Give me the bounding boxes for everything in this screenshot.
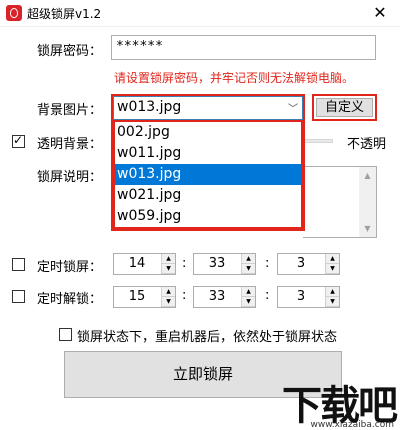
timed-unlock-second-stepper[interactable]: 3 ▲ ▼ [277, 286, 340, 308]
scroll-down-icon[interactable]: ▼ [359, 220, 376, 237]
decrement-icon[interactable]: ▼ [326, 264, 339, 274]
timed-lock-hour-stepper[interactable]: 14 ▲ ▼ [113, 253, 176, 275]
timed-unlock-checkbox[interactable] [12, 290, 25, 303]
persist-lock-label: 锁屏状态下，重启机器后，依然处于锁屏状态 [77, 330, 338, 345]
password-field[interactable]: ****** [111, 35, 376, 60]
decrement-icon[interactable]: ▼ [326, 297, 339, 307]
increment-icon[interactable]: ▲ [242, 287, 255, 297]
transparency-slider[interactable] [303, 139, 333, 143]
window-title: 超级锁屏v1.2 [27, 7, 102, 21]
background-select[interactable]: w013.jpg ﹀ [113, 96, 303, 120]
timed-unlock-hour-stepper[interactable]: 15 ▲ ▼ [113, 286, 176, 308]
timed-lock-label: 定时锁屏： [37, 260, 103, 275]
background-selected-value: w013.jpg [117, 99, 182, 115]
time-separator: : [182, 288, 187, 303]
time-separator: : [265, 288, 270, 303]
increment-icon[interactable]: ▲ [162, 254, 175, 264]
decrement-icon[interactable]: ▼ [162, 297, 175, 307]
timed-lock-second: 3 [296, 256, 306, 271]
chevron-down-icon[interactable]: ﹀ [288, 100, 298, 115]
timed-lock-hour: 14 [128, 256, 146, 271]
watermark-url: www.xiazaiba.com [310, 420, 394, 430]
timed-unlock-minute-stepper[interactable]: 33 ▲ ▼ [193, 286, 256, 308]
dropdown-option-selected[interactable]: w013.jpg [115, 164, 301, 185]
timed-unlock-second: 3 [296, 289, 306, 304]
increment-icon[interactable]: ▲ [326, 287, 339, 297]
scroll-up-icon[interactable]: ▲ [359, 167, 376, 184]
timed-lock-minute: 33 [208, 256, 226, 271]
description-textarea[interactable]: ▲ ▼ [303, 166, 377, 238]
time-separator: : [265, 256, 270, 271]
app-lock-icon [6, 5, 22, 21]
watermark-logo: 下载吧 www.xiazaiba.com [262, 373, 400, 430]
transparent-label: 透明背景： [37, 137, 103, 152]
timed-unlock-label: 定时解锁： [37, 292, 103, 307]
transparent-checkbox[interactable] [12, 133, 25, 148]
custom-background-label: 自定义 [316, 98, 373, 117]
decrement-icon[interactable]: ▼ [242, 297, 255, 307]
description-scrollbar[interactable]: ▲ ▼ [359, 167, 376, 237]
opaque-label: 不透明 [347, 137, 387, 152]
background-label: 背景图片： [37, 103, 103, 118]
dropdown-option[interactable]: w059.jpg [115, 206, 301, 227]
increment-icon[interactable]: ▲ [162, 287, 175, 297]
timed-lock-checkbox[interactable] [12, 258, 25, 271]
increment-icon[interactable]: ▲ [242, 254, 255, 264]
increment-icon[interactable]: ▲ [326, 254, 339, 264]
dropdown-option[interactable]: w011.jpg [115, 143, 301, 164]
close-button[interactable]: ✕ [360, 0, 400, 27]
title-bar: 超级锁屏v1.2 ✕ [0, 0, 400, 27]
decrement-icon[interactable]: ▼ [162, 264, 175, 274]
dropdown-option[interactable]: w021.jpg [115, 185, 301, 206]
custom-background-button[interactable]: 自定义 [312, 94, 377, 121]
password-label: 锁屏密码： [37, 44, 103, 59]
timed-lock-second-stepper[interactable]: 3 ▲ ▼ [277, 253, 340, 275]
description-label: 锁屏说明： [37, 170, 103, 185]
timed-lock-minute-stepper[interactable]: 33 ▲ ▼ [193, 253, 256, 275]
decrement-icon[interactable]: ▼ [242, 264, 255, 274]
timed-unlock-hour: 15 [128, 289, 146, 304]
dropdown-option[interactable]: 002.jpg [115, 122, 301, 143]
background-dropdown-list: 002.jpg w011.jpg w013.jpg w021.jpg w059.… [113, 120, 303, 229]
timed-unlock-minute: 33 [208, 289, 226, 304]
password-hint: 请设置锁屏密码，并牢记否则无法解锁电脑。 [114, 71, 355, 85]
time-separator: : [182, 256, 187, 271]
persist-lock-checkbox[interactable] [59, 328, 72, 341]
